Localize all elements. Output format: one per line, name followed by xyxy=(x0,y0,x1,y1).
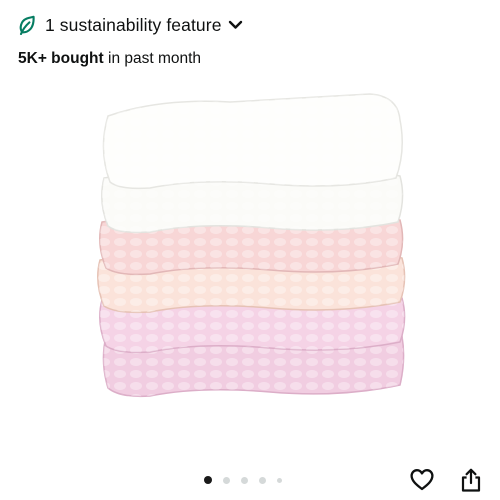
chevron-down-icon xyxy=(228,20,242,29)
towel-stack xyxy=(97,93,406,398)
heart-icon[interactable] xyxy=(409,467,435,493)
purchase-count: 5K+ bought in past month xyxy=(18,50,201,68)
sustainability-feature-label: 1 sustainability feature xyxy=(45,14,222,35)
pagination-dot-2[interactable] xyxy=(223,476,230,484)
share-icon[interactable] xyxy=(458,467,484,493)
pagination-dot-3[interactable] xyxy=(241,476,248,484)
image-pagination xyxy=(204,476,293,484)
pagination-dot-5[interactable] xyxy=(277,477,282,483)
pagination-dot-1[interactable] xyxy=(204,476,212,484)
product-image[interactable] xyxy=(80,80,420,420)
purchase-count-suffix: in past month xyxy=(103,50,202,67)
leaf-icon xyxy=(19,15,35,35)
pagination-dot-4[interactable] xyxy=(259,476,266,484)
sustainability-feature-toggle[interactable]: 1 sustainability feature xyxy=(18,13,243,37)
purchase-count-value: 5K+ bought xyxy=(18,50,104,67)
